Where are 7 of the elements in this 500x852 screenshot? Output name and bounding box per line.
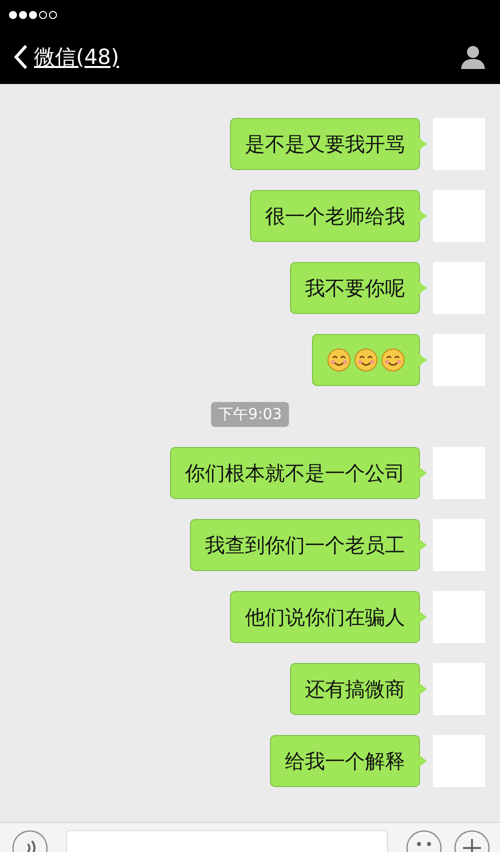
smiley-icon [354, 348, 378, 372]
back-icon[interactable] [14, 44, 28, 70]
smiley-icon [327, 348, 351, 372]
timestamp: 下午9:03 [211, 402, 289, 427]
back-link[interactable]: 微信(48) [34, 43, 120, 71]
smiley-icon [381, 348, 405, 372]
person-icon[interactable] [460, 45, 486, 69]
